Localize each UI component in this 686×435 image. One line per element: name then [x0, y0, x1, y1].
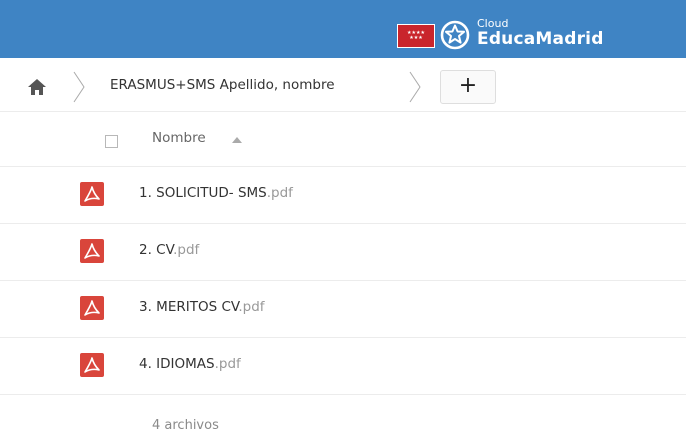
select-all-checkbox[interactable] [105, 135, 118, 148]
madrid-flag-icon: ★★★★ ★★★ [397, 24, 435, 48]
file-name[interactable]: 4. IDIOMAS.pdf [139, 356, 241, 372]
table-row[interactable]: 1. SOLICITUD- SMS.pdf [0, 167, 686, 224]
plus-icon: + [458, 73, 478, 98]
breadcrumb-folder[interactable]: ERASMUS+SMS Apellido, nombre [110, 77, 335, 93]
breadcrumb-separator-icon [72, 70, 86, 104]
table-row[interactable]: 2. CV.pdf [0, 224, 686, 281]
column-header-name[interactable]: Nombre [152, 130, 206, 146]
file-name[interactable]: 2. CV.pdf [139, 242, 199, 258]
pdf-icon [80, 239, 104, 263]
top-header-bar: ★★★★ ★★★ Cloud EducaMadrid [0, 0, 686, 58]
new-item-button[interactable]: + [440, 70, 496, 104]
home-icon[interactable] [28, 79, 46, 95]
breadcrumb-separator-icon [408, 70, 422, 104]
educamadrid-logo-icon [440, 20, 470, 50]
file-count-summary: 4 archivos [152, 418, 219, 433]
file-list-header: Nombre [0, 113, 686, 167]
pdf-icon [80, 353, 104, 377]
file-name[interactable]: 1. SOLICITUD- SMS.pdf [139, 185, 293, 201]
table-row[interactable]: 4. IDIOMAS.pdf [0, 338, 686, 395]
sort-ascending-icon[interactable] [232, 137, 242, 143]
pdf-icon [80, 296, 104, 320]
breadcrumb: ERASMUS+SMS Apellido, nombre + [0, 58, 686, 112]
table-row[interactable]: 3. MERITOS CV.pdf [0, 281, 686, 338]
brand-name[interactable]: EducaMadrid [477, 29, 604, 49]
file-name[interactable]: 3. MERITOS CV.pdf [139, 299, 265, 315]
pdf-icon [80, 182, 104, 206]
